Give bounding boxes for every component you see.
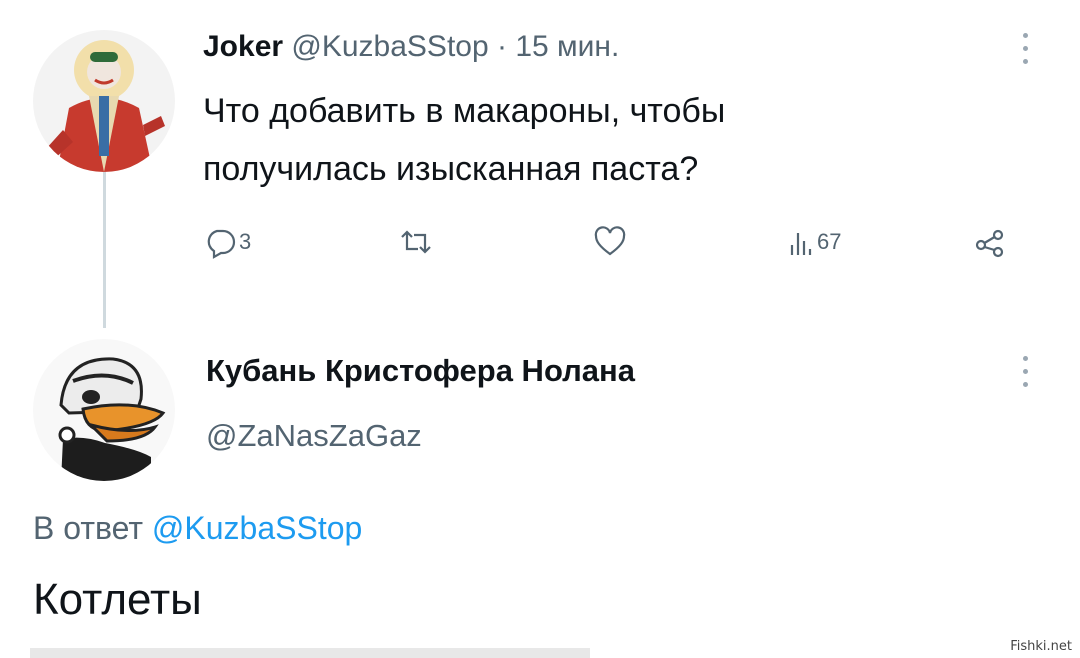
reply-context: В ответ @KuzbaSStop bbox=[33, 508, 362, 548]
more-vertical-icon[interactable] bbox=[1023, 33, 1028, 72]
reply-button[interactable]: 3 bbox=[203, 222, 251, 262]
reply-text: Котлеты bbox=[33, 575, 202, 624]
header-separator: · bbox=[497, 30, 507, 63]
share-button[interactable] bbox=[973, 222, 1007, 262]
reply-icon bbox=[207, 229, 236, 259]
views-icon bbox=[790, 233, 812, 255]
reply-to-link[interactable]: @KuzbaSStop bbox=[152, 510, 362, 546]
joker-avatar[interactable] bbox=[33, 30, 175, 172]
views-count: 67 bbox=[817, 229, 842, 254]
reply-prefix: В ответ bbox=[33, 510, 144, 546]
tweet-header: Joker @KuzbaSStop · 15 мин. bbox=[203, 28, 619, 66]
heart-icon bbox=[594, 226, 626, 256]
watermark: Fishki.net bbox=[1010, 639, 1072, 654]
reply-author-name[interactable]: Кубань Кристофера Нолана bbox=[206, 351, 635, 391]
cropped-next-line bbox=[30, 648, 590, 658]
tweet-text-line-2: получилась изысканная паста? bbox=[203, 150, 699, 188]
tweet-text-line-1: Что добавить в макароны, чтобы bbox=[203, 92, 726, 130]
author-handle[interactable]: @KuzbaSStop bbox=[291, 30, 488, 63]
views-button[interactable]: 67 bbox=[787, 222, 841, 262]
reply-count: 3 bbox=[239, 229, 252, 254]
retweet-icon bbox=[401, 230, 431, 254]
thread-connector-line bbox=[103, 172, 106, 328]
reply-author-handle[interactable]: @ZaNasZaGaz bbox=[206, 416, 422, 456]
author-name[interactable]: Joker bbox=[203, 30, 283, 63]
tweet-time[interactable]: 15 мин. bbox=[515, 30, 619, 63]
share-icon bbox=[975, 229, 1004, 258]
more-vertical-icon[interactable] bbox=[1023, 356, 1028, 395]
tweet-text: Что добавить в макароны, чтобы получилас… bbox=[203, 82, 963, 198]
duck-avatar[interactable] bbox=[33, 339, 175, 481]
like-button[interactable] bbox=[593, 222, 627, 262]
retweet-button[interactable] bbox=[396, 222, 436, 262]
